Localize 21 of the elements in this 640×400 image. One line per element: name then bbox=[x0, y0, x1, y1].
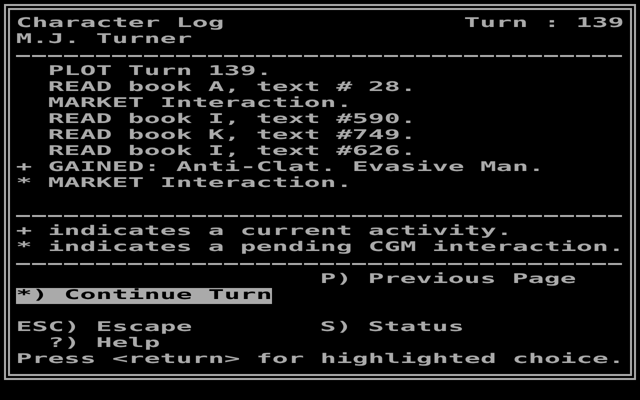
menu-option[interactable]: P) Previous Page bbox=[320, 272, 576, 288]
legend-text: + indicates a current activity. bbox=[16, 224, 512, 240]
screen-title: Character Log bbox=[16, 16, 224, 32]
log-entry: READ book A, text # 28. bbox=[48, 80, 416, 96]
menu-option[interactable]: *) Continue Turn bbox=[16, 288, 272, 304]
menu-option[interactable]: ESC) Escape bbox=[16, 320, 192, 336]
menu-option[interactable]: ?) Help bbox=[48, 336, 160, 352]
entry-marker: + bbox=[16, 160, 32, 176]
entry-marker: * bbox=[16, 176, 32, 192]
log-entry: PLOT Turn 139. bbox=[48, 64, 272, 80]
turn-counter: Turn : 139 bbox=[464, 16, 624, 32]
character-name: M.J. Turner bbox=[16, 32, 192, 48]
log-entry: READ book I, text #626. bbox=[48, 144, 416, 160]
log-entry: READ book I, text #590. bbox=[48, 112, 416, 128]
log-entry: MARKET Interaction. bbox=[48, 96, 352, 112]
log-entry: GAINED: Anti-Clat. Evasive Man. bbox=[48, 160, 544, 176]
log-entry: READ book K, text #749. bbox=[48, 128, 416, 144]
hint-text: Press <return> for highlighted choice. bbox=[16, 352, 624, 368]
log-entry: MARKET Interaction. bbox=[48, 176, 352, 192]
menu-option[interactable]: S) Status bbox=[320, 320, 464, 336]
legend-text: * indicates a pending CGM interaction. bbox=[16, 240, 624, 256]
